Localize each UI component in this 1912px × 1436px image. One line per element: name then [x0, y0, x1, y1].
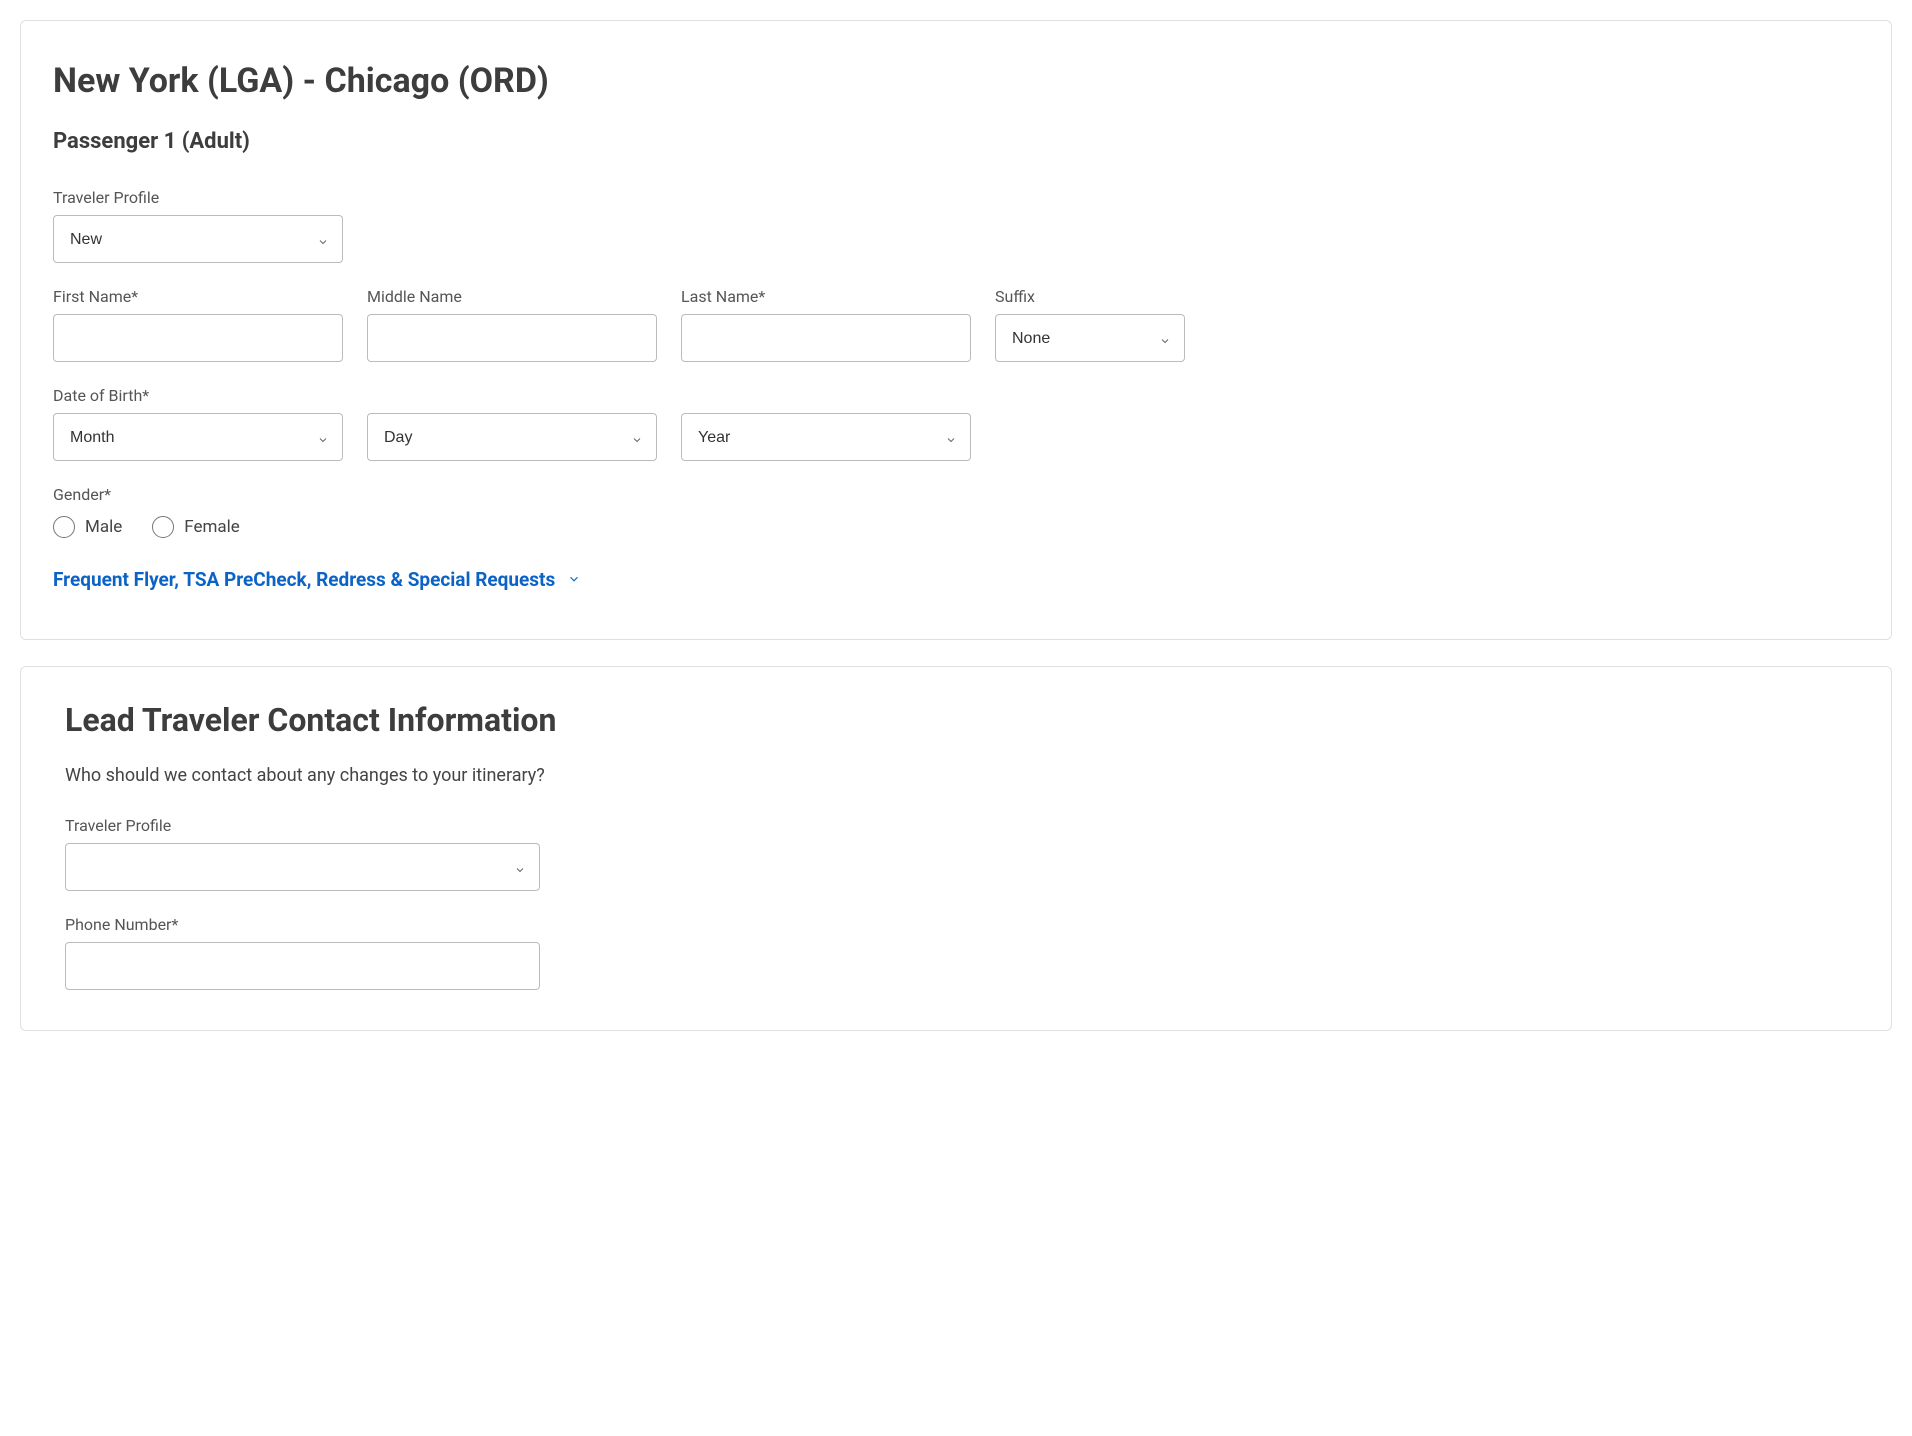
gender-male-option[interactable]: Male [53, 516, 122, 538]
gender-male-radio[interactable] [53, 516, 75, 538]
suffix-select[interactable]: None [995, 314, 1185, 362]
special-requests-label: Frequent Flyer, TSA PreCheck, Redress & … [53, 568, 555, 591]
special-requests-toggle[interactable]: Frequent Flyer, TSA PreCheck, Redress & … [53, 568, 581, 591]
passenger-heading: Passenger 1 (Adult) [53, 129, 1859, 154]
gender-label: Gender* [53, 485, 1859, 504]
chevron-down-icon [567, 568, 581, 591]
last-name-input[interactable] [681, 314, 971, 362]
traveler-profile-select[interactable]: New [53, 215, 343, 263]
gender-female-label: Female [184, 517, 240, 537]
dob-day-select[interactable]: Day [367, 413, 657, 461]
phone-input[interactable] [65, 942, 540, 990]
passenger-card: New York (LGA) - Chicago (ORD) Passenger… [20, 20, 1892, 640]
middle-name-label: Middle Name [367, 287, 657, 306]
first-name-input[interactable] [53, 314, 343, 362]
gender-female-option[interactable]: Female [152, 516, 240, 538]
contact-card: Lead Traveler Contact Information Who sh… [20, 666, 1892, 1031]
dob-label: Date of Birth* [53, 386, 1859, 405]
contact-subtitle: Who should we contact about any changes … [65, 765, 1847, 786]
phone-label: Phone Number* [65, 915, 1847, 934]
gender-male-label: Male [85, 517, 122, 537]
traveler-profile-label: Traveler Profile [53, 188, 343, 207]
contact-profile-label: Traveler Profile [65, 816, 1847, 835]
suffix-label: Suffix [995, 287, 1185, 306]
route-title: New York (LGA) - Chicago (ORD) [53, 61, 1859, 101]
contact-title: Lead Traveler Contact Information [65, 701, 1847, 739]
gender-female-radio[interactable] [152, 516, 174, 538]
contact-profile-select[interactable] [65, 843, 540, 891]
middle-name-input[interactable] [367, 314, 657, 362]
first-name-label: First Name* [53, 287, 343, 306]
dob-year-select[interactable]: Year [681, 413, 971, 461]
dob-month-select[interactable]: Month [53, 413, 343, 461]
last-name-label: Last Name* [681, 287, 971, 306]
